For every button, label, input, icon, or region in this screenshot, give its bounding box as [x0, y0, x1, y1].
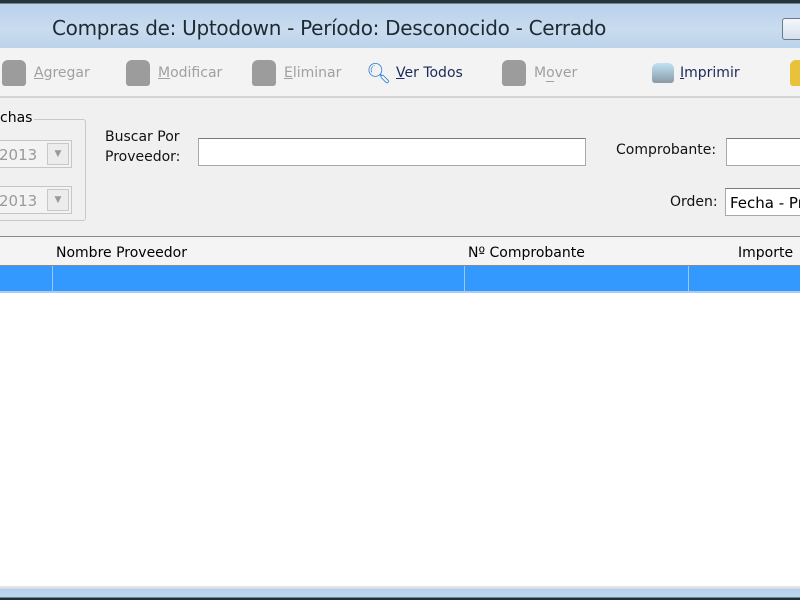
buscar-proveedor-input[interactable]	[198, 138, 586, 166]
fecha-hasta-select[interactable]: 2013 ▼	[0, 186, 72, 214]
mover-button[interactable]: Mover	[502, 60, 577, 86]
chevron-down-icon[interactable]: ▼	[47, 143, 69, 165]
orden-label: Orden:	[670, 194, 718, 210]
printer-icon	[652, 63, 674, 83]
add-icon	[2, 60, 26, 86]
column-header-0[interactable]	[0, 236, 53, 266]
ver-todos-button[interactable]: 🔍︎ Ver Todos	[366, 60, 463, 86]
fechas-label: chas	[0, 110, 35, 126]
table-cell	[53, 266, 465, 291]
fecha-desde-select[interactable]: 2013 ▼	[0, 140, 72, 168]
move-icon	[502, 60, 526, 86]
column-header-comprobante[interactable]: Nº Comprobante	[464, 236, 689, 266]
tool-icon-button[interactable]	[790, 60, 800, 86]
window-bottom-border	[0, 586, 800, 600]
window-title: Compras de: Uptodown - Período: Desconoc…	[52, 16, 607, 40]
modificar-button[interactable]: Modificar	[126, 60, 222, 86]
search-icon: 🔍︎	[366, 61, 392, 85]
compras-grid[interactable]: Nombre Proveedor Nº Comprobante Importe	[0, 236, 800, 586]
minimize-button[interactable]	[782, 18, 800, 40]
buscar-label-1: Buscar Por	[105, 129, 180, 145]
comprobante-input[interactable]	[726, 138, 800, 166]
table-cell	[0, 266, 53, 291]
table-row-selected[interactable]	[0, 266, 800, 293]
title-bar[interactable]: Compras de: Uptodown - Período: Desconoc…	[0, 0, 800, 48]
comprobante-label: Comprobante:	[616, 142, 717, 158]
column-header-nombre-proveedor[interactable]: Nombre Proveedor	[52, 236, 465, 266]
chevron-down-icon[interactable]: ▼	[47, 189, 69, 211]
orden-select[interactable]: Fecha - Pr	[725, 188, 800, 216]
table-cell	[465, 266, 689, 291]
column-header-importe[interactable]: Importe	[688, 236, 800, 266]
mover-label: Mover	[534, 65, 578, 82]
toolbar: Agregar Modificar Eliminar 🔍︎ Ver Todos M…	[0, 48, 800, 98]
buscar-label-2: Proveedor:	[105, 149, 181, 165]
eliminar-button[interactable]: Eliminar	[252, 60, 341, 86]
edit-icon	[126, 60, 150, 86]
agregar-button[interactable]: Agregar	[2, 60, 90, 86]
yellow-icon	[790, 60, 800, 86]
delete-icon	[252, 60, 276, 86]
imprimir-button[interactable]: Imprimir	[652, 60, 740, 86]
